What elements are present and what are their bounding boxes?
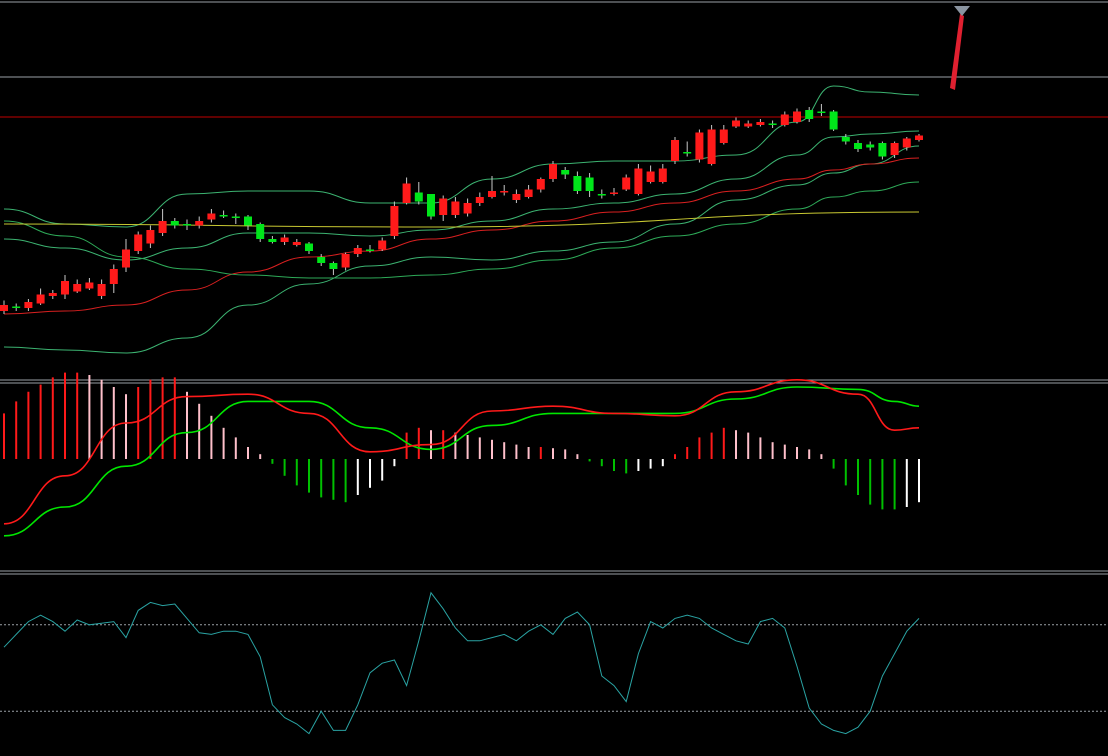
candle-body <box>707 129 716 164</box>
macd-line-dea <box>3 378 920 525</box>
candle-body <box>61 281 69 295</box>
candle-body <box>134 234 143 251</box>
candle-body <box>36 294 45 304</box>
candle-body <box>402 183 411 203</box>
candle-body <box>170 221 179 226</box>
oscillator-panel <box>0 591 1108 735</box>
candle-body <box>744 123 753 127</box>
candle-body <box>341 254 350 268</box>
candle-body <box>524 189 533 197</box>
candle-body <box>268 239 277 242</box>
candle-body <box>109 269 118 284</box>
candle-body <box>85 282 94 289</box>
candle-body <box>427 194 435 217</box>
candle-body <box>841 137 850 142</box>
price-indicator-lines <box>3 85 920 354</box>
line-bollinger-upper <box>3 85 920 228</box>
candle-body <box>878 143 887 157</box>
candle-body <box>890 143 899 155</box>
price-candles <box>0 104 923 314</box>
candle-body <box>439 198 448 215</box>
stock-chart <box>0 0 1108 756</box>
candle-body <box>671 140 679 161</box>
candle-body <box>451 201 460 215</box>
macd-panel <box>3 372 920 537</box>
candle-body <box>732 120 740 127</box>
candle-body <box>292 242 301 245</box>
candle-body <box>658 168 667 182</box>
chart-canvas <box>0 1 1108 735</box>
candle-body <box>768 123 777 125</box>
candle-body <box>854 143 862 149</box>
candle-body <box>683 152 692 154</box>
candle-body <box>280 237 289 242</box>
candle-body <box>329 263 338 269</box>
candle-body <box>219 215 228 217</box>
candle-body <box>305 243 313 251</box>
candle-body <box>390 206 399 236</box>
candle-body <box>414 192 423 202</box>
candle-body <box>512 194 521 200</box>
candle-body <box>549 164 557 179</box>
candle-body <box>195 221 204 226</box>
candle-body <box>866 144 875 148</box>
candle-body <box>488 191 496 197</box>
candle-body <box>573 176 582 191</box>
candle-body <box>622 177 631 190</box>
candle-body <box>902 138 911 148</box>
candle-body <box>244 216 252 226</box>
candle-body <box>475 197 484 203</box>
candle-body <box>793 111 801 122</box>
candle-body <box>585 177 594 191</box>
line-ma-green <box>3 181 920 279</box>
candle-body <box>500 191 509 193</box>
candle-body <box>256 224 265 239</box>
candle-body <box>610 192 618 194</box>
candle-body <box>915 135 923 140</box>
candle-body <box>366 249 374 251</box>
candle-body <box>646 171 655 182</box>
candle-body <box>317 257 326 263</box>
candle-body <box>756 122 765 125</box>
candle-body <box>122 249 130 268</box>
candle-body <box>378 240 387 250</box>
candle-body <box>805 110 814 119</box>
candle-body <box>597 194 606 196</box>
candle-body <box>231 216 240 218</box>
oscillator-line <box>3 591 920 735</box>
candle-body <box>0 305 8 311</box>
candle-body <box>146 230 155 244</box>
candle-body <box>48 293 57 296</box>
marker-triangle-icon <box>954 6 970 16</box>
candle-body <box>12 306 21 308</box>
candle-body <box>463 203 472 214</box>
candle-body <box>24 302 33 308</box>
candle-body <box>695 132 704 160</box>
candle-body <box>817 111 826 113</box>
candle-body <box>719 129 728 143</box>
macd-line-dif <box>3 386 920 537</box>
candle-body <box>780 114 789 125</box>
line-ma-yellow <box>3 211 920 228</box>
candle-body <box>73 284 82 292</box>
candle-body <box>829 111 838 130</box>
candle-body <box>536 179 545 190</box>
static-lines <box>0 1 1108 575</box>
candle-body <box>97 284 106 296</box>
candle-body <box>561 170 570 175</box>
trend-arrow-icon <box>950 14 964 90</box>
candle-body <box>183 224 191 226</box>
candle-body <box>207 213 216 220</box>
candle-body <box>353 248 362 254</box>
candle-body <box>158 221 167 233</box>
candle-body <box>634 168 643 194</box>
